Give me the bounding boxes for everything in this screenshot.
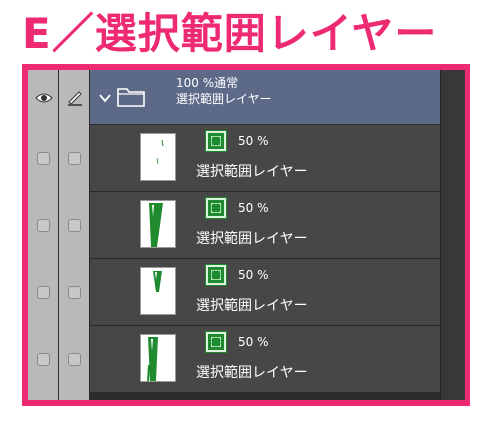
pen-icon[interactable] [66, 88, 84, 106]
eye-icon[interactable] [35, 90, 53, 104]
layer-row[interactable]: 50 % 選択範囲レイヤー [90, 125, 440, 192]
lock-column [59, 70, 90, 400]
layer-name: 選択範囲レイヤー [196, 164, 308, 180]
folder-icon [117, 85, 145, 107]
layer-row[interactable]: 50 % 選択範囲レイヤー [90, 259, 440, 326]
layer-thumbnail [140, 267, 176, 315]
lock-checkbox[interactable] [68, 286, 81, 299]
visibility-checkbox[interactable] [37, 286, 50, 299]
layer-opacity: 50 % [238, 134, 269, 148]
layer-thumbnail [140, 133, 176, 181]
layer-name: 選択範囲レイヤー [196, 365, 308, 381]
folder-name: 選択範囲レイヤー [176, 92, 272, 106]
layer-opacity: 50 % [238, 335, 269, 349]
selection-mask-icon [205, 264, 227, 286]
layer-row[interactable]: 50 % 選択範囲レイヤー [90, 326, 440, 393]
visibility-checkbox[interactable] [37, 353, 50, 366]
layer-opacity: 50 % [238, 268, 269, 282]
chevron-down-icon[interactable] [98, 90, 112, 104]
visibility-checkbox[interactable] [37, 152, 50, 165]
folder-opacity-blend: 100 %通常 [176, 76, 239, 90]
visibility-checkbox[interactable] [37, 219, 50, 232]
layer-name: 選択範囲レイヤー [196, 298, 308, 314]
layer-name: 選択範囲レイヤー [196, 231, 308, 247]
layer-row[interactable]: 50 % 選択範囲レイヤー [90, 192, 440, 259]
page-title: E／選択範囲レイヤー [22, 9, 438, 58]
highlight-frame: 100 %通常 選択範囲レイヤー 50 % 選択範囲レイヤー 50 % 選択範囲… [22, 64, 470, 406]
layer-thumbnail [140, 334, 176, 382]
layer-opacity: 50 % [238, 201, 269, 215]
scrollbar[interactable] [440, 70, 465, 400]
lock-checkbox[interactable] [68, 353, 81, 366]
visibility-column [28, 70, 59, 400]
selection-mask-icon [205, 331, 227, 353]
layer-thumbnail [140, 200, 176, 248]
lock-checkbox[interactable] [68, 219, 81, 232]
lock-checkbox[interactable] [68, 152, 81, 165]
selection-mask-icon [205, 197, 227, 219]
layer-panel: 100 %通常 選択範囲レイヤー 50 % 選択範囲レイヤー 50 % 選択範囲… [28, 70, 465, 400]
selection-mask-icon [205, 130, 227, 152]
folder-label: 100 %通常 選択範囲レイヤー [176, 75, 272, 107]
